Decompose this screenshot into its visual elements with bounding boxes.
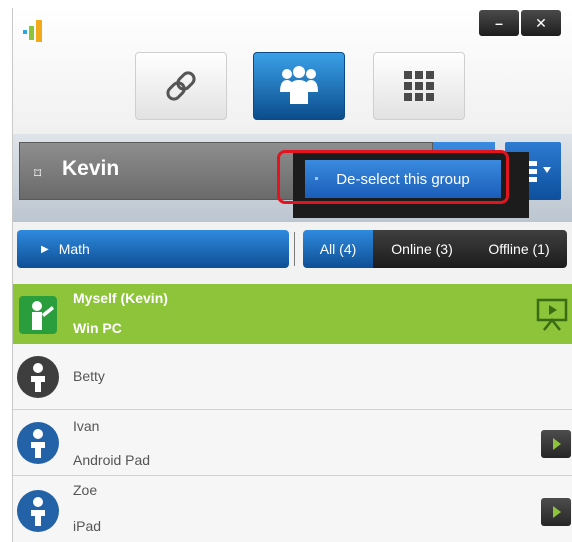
student-row[interactable]: Zoe iPad (13, 476, 572, 542)
view-screen-button[interactable] (541, 430, 571, 458)
student-name: Ivan (73, 418, 100, 434)
close-button[interactable]: ✕ (521, 10, 561, 36)
highlight-outline (277, 150, 509, 204)
group-selector[interactable]: ▶ Math (17, 230, 289, 268)
student-name: Zoe (73, 482, 98, 498)
link-icon (166, 71, 196, 101)
student-device: Win PC (73, 320, 122, 336)
student-row[interactable]: Ivan Android Pad (13, 410, 572, 476)
top-toolbar: – ✕ (13, 8, 572, 134)
app-logo-icon (23, 20, 42, 42)
users-group-icon (280, 66, 318, 104)
status-tabs: All (4) Online (3) Offline (1) (303, 230, 567, 268)
student-device: Android Pad (73, 452, 151, 468)
user-header: ⌑ Kevin De-select this group (13, 134, 572, 222)
play-icon (553, 506, 561, 518)
student-row-self[interactable]: Myself (Kevin) Win PC (13, 284, 572, 344)
student-name: Myself (Kevin) (73, 290, 168, 306)
users-mode-button[interactable] (253, 52, 345, 120)
student-device: iPad (73, 518, 102, 534)
student-row[interactable]: Betty (13, 344, 572, 410)
user-name: Kevin (62, 157, 120, 180)
presentation-icon[interactable] (535, 298, 569, 332)
filter-divider (294, 232, 295, 266)
view-screen-button[interactable] (541, 498, 571, 526)
pin-icon: ⌑ (34, 165, 42, 181)
student-avatar-icon (17, 490, 59, 532)
tab-all[interactable]: All (4) (303, 230, 373, 268)
student-avatar-icon (17, 422, 59, 464)
grid-icon (404, 71, 434, 101)
play-icon (553, 438, 561, 450)
student-name: Betty (73, 368, 105, 384)
grid-mode-button[interactable] (373, 52, 465, 120)
teacher-avatar-icon (19, 296, 57, 334)
play-arrow-icon: ▶ (41, 243, 49, 255)
minimize-button[interactable]: – (479, 10, 519, 36)
student-avatar-icon (17, 356, 59, 398)
link-mode-button[interactable] (135, 52, 227, 120)
group-label: Math (58, 241, 90, 257)
tab-online[interactable]: Online (3) (373, 230, 471, 268)
app-window: – ✕ ⌑ Kevin De-select this group ▶ Math … (12, 8, 572, 542)
filter-row: ▶ Math All (4) Online (3) Offline (1) (13, 222, 572, 284)
tab-offline[interactable]: Offline (1) (471, 230, 567, 268)
